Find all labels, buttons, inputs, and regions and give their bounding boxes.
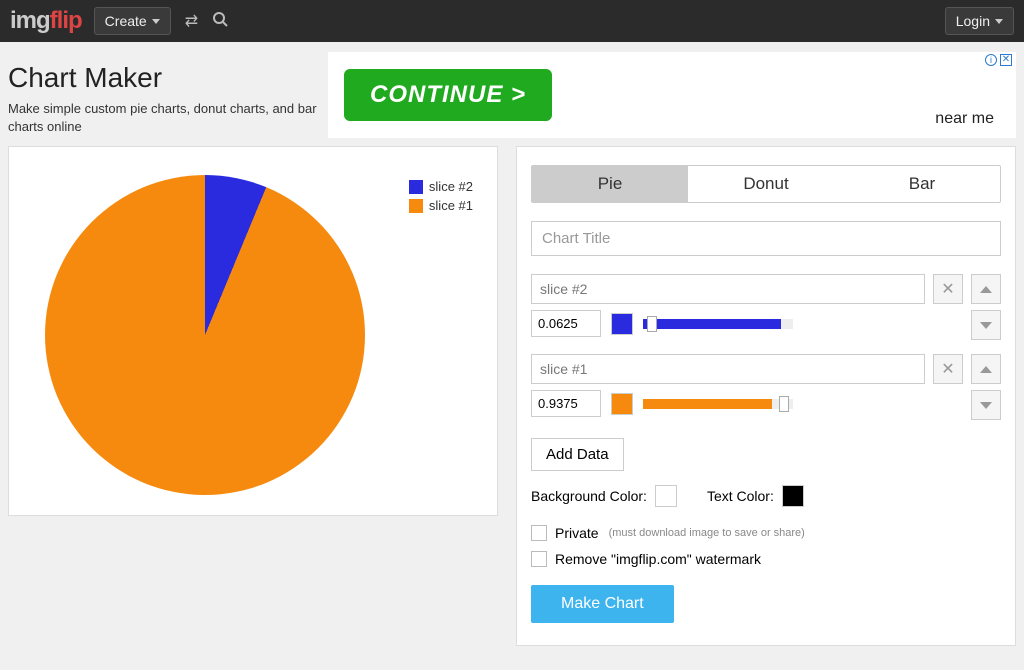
slider-thumb[interactable]	[647, 316, 657, 332]
move-down-button[interactable]	[971, 310, 1001, 340]
tab-donut[interactable]: Donut	[688, 166, 844, 202]
bg-color-picker[interactable]	[655, 485, 677, 507]
login-button[interactable]: Login	[945, 7, 1014, 35]
ad-tagline: near me	[935, 110, 994, 128]
controls-panel: Pie Donut Bar ✕	[516, 146, 1016, 646]
delete-slice-button[interactable]: ✕	[933, 274, 963, 304]
legend-swatch	[409, 199, 423, 213]
ad-close-icon[interactable]: ✕	[1000, 54, 1012, 66]
slice-color-picker[interactable]	[611, 393, 633, 415]
chevron-down-icon	[980, 402, 992, 409]
slice-row: ✕	[531, 354, 1001, 420]
pie-chart	[45, 175, 365, 495]
login-label: Login	[956, 13, 990, 29]
tab-pie[interactable]: Pie	[532, 166, 688, 202]
create-label: Create	[105, 13, 147, 29]
bg-color-label: Background Color:	[531, 488, 647, 504]
slice-name-input[interactable]	[531, 274, 925, 304]
delete-slice-button[interactable]: ✕	[933, 354, 963, 384]
shuffle-icon[interactable]: ⇄	[185, 11, 198, 31]
search-icon[interactable]	[212, 11, 228, 32]
move-up-button[interactable]	[971, 274, 1001, 304]
legend: slice #2 slice #1	[409, 179, 473, 217]
legend-label: slice #1	[429, 198, 473, 213]
move-up-button[interactable]	[971, 354, 1001, 384]
chart-type-tabs: Pie Donut Bar	[531, 165, 1001, 203]
text-color-label: Text Color:	[707, 488, 774, 504]
slice-value-input[interactable]	[531, 310, 601, 337]
title-block: Chart Maker Make simple custom pie chart…	[8, 52, 318, 136]
slice-value-input[interactable]	[531, 390, 601, 417]
chevron-up-icon	[980, 286, 992, 293]
ad-cta[interactable]: CONTINUE >	[344, 69, 552, 121]
move-down-button[interactable]	[971, 390, 1001, 420]
chart-preview: slice #2 slice #1	[8, 146, 498, 516]
ad-info[interactable]: i ✕	[985, 54, 1012, 66]
slice-name-input[interactable]	[531, 354, 925, 384]
create-button[interactable]: Create	[94, 7, 171, 35]
make-chart-button[interactable]: Make Chart	[531, 585, 674, 623]
chart-title-input[interactable]	[531, 221, 1001, 256]
private-label: Private	[555, 525, 599, 541]
logo-text-b: flip	[50, 7, 82, 34]
legend-item: slice #2	[409, 179, 473, 194]
text-color-picker[interactable]	[782, 485, 804, 507]
ad-banner[interactable]: CONTINUE > near me i ✕	[328, 52, 1016, 138]
slice-slider[interactable]	[643, 399, 793, 409]
header-bar: imgflip Create ⇄ Login	[0, 0, 1024, 42]
ad-info-icon[interactable]: i	[985, 54, 997, 66]
private-hint: (must download image to save or share)	[609, 527, 805, 539]
private-checkbox[interactable]	[531, 525, 547, 541]
chevron-down-icon	[980, 322, 992, 329]
slider-thumb[interactable]	[779, 396, 789, 412]
slice-slider[interactable]	[643, 319, 793, 329]
chevron-down-icon	[152, 19, 160, 24]
logo-text-a: img	[10, 7, 50, 34]
tab-bar[interactable]: Bar	[844, 166, 1000, 202]
chevron-up-icon	[980, 366, 992, 373]
legend-swatch	[409, 180, 423, 194]
legend-item: slice #1	[409, 198, 473, 213]
remove-watermark-label: Remove "imgflip.com" watermark	[555, 551, 761, 567]
chevron-down-icon	[995, 19, 1003, 24]
page-title: Chart Maker	[8, 62, 318, 94]
add-data-button[interactable]: Add Data	[531, 438, 624, 471]
slice-color-picker[interactable]	[611, 313, 633, 335]
page-subtitle: Make simple custom pie charts, donut cha…	[8, 100, 318, 136]
legend-label: slice #2	[429, 179, 473, 194]
remove-watermark-checkbox[interactable]	[531, 551, 547, 567]
slice-row: ✕	[531, 274, 1001, 340]
logo[interactable]: imgflip	[10, 7, 82, 35]
